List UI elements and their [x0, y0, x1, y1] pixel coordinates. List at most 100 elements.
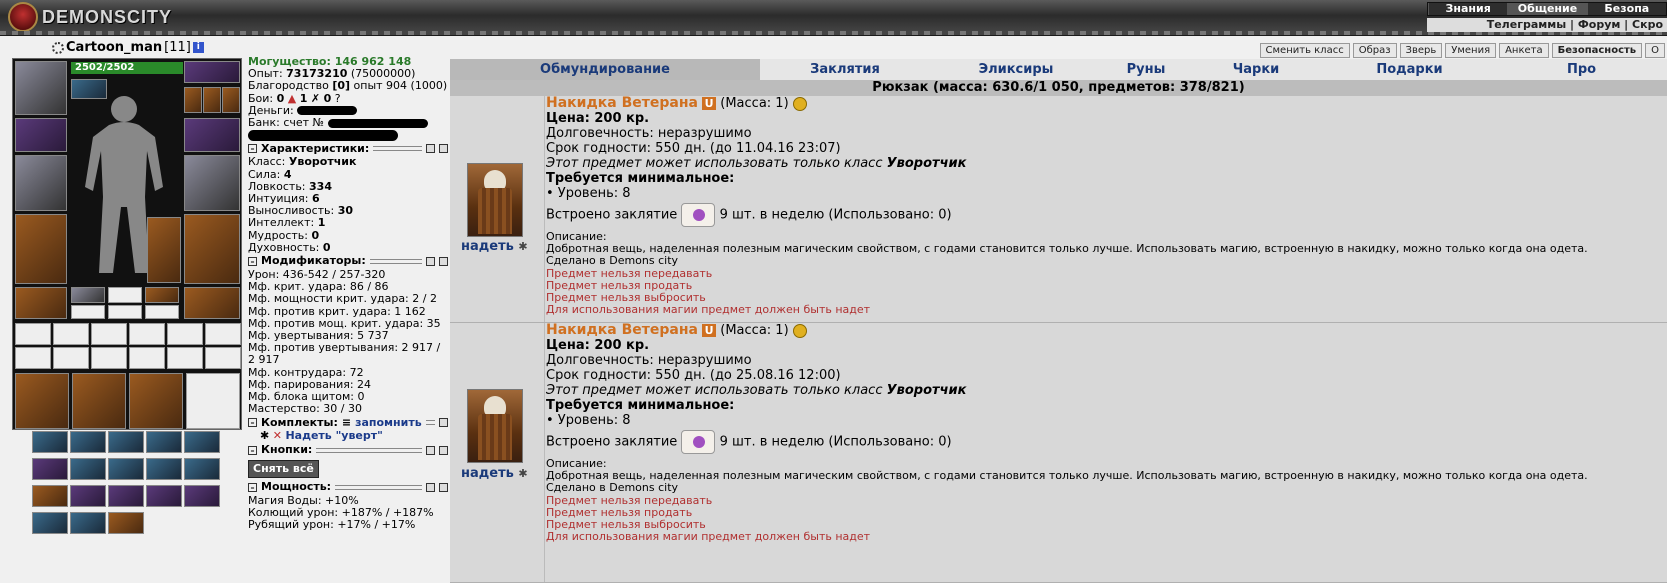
- quick-slot[interactable]: [70, 458, 106, 480]
- skills-button[interactable]: Умения: [1445, 43, 1497, 58]
- sets-header[interactable]: – Комплекты: ≡ запомнить: [248, 416, 448, 429]
- more-button[interactable]: О: [1645, 43, 1665, 58]
- quick-slot[interactable]: [108, 485, 144, 507]
- ring-3-slot[interactable]: [222, 87, 240, 113]
- scroll-slot-7[interactable]: [15, 347, 51, 369]
- tab-elixirs[interactable]: Эликсиры: [930, 59, 1102, 80]
- nav-sublinks[interactable]: Телеграммы | Форум | Скро: [1427, 18, 1667, 32]
- modifiers-header[interactable]: – Модификаторы:: [248, 255, 448, 268]
- remember-set-link[interactable]: запомнить: [355, 416, 422, 429]
- rune-slot-5[interactable]: [108, 305, 142, 319]
- collapse-icon[interactable]: –: [248, 144, 257, 154]
- wear-label[interactable]: надеть: [461, 466, 514, 481]
- move-up-icon[interactable]: [426, 445, 435, 455]
- collapse-icon[interactable]: –: [248, 445, 257, 455]
- tab-gifts[interactable]: Подарки: [1322, 59, 1497, 80]
- move-up-icon[interactable]: [426, 144, 435, 154]
- scroll-icon[interactable]: [681, 203, 716, 227]
- scroll-slot-10[interactable]: [129, 347, 165, 369]
- rune-slot-4[interactable]: [71, 305, 105, 319]
- wear-label[interactable]: надеть: [461, 239, 514, 254]
- earring-slot[interactable]: [184, 61, 240, 83]
- tab-spells[interactable]: Заклятия: [760, 59, 930, 80]
- pet-button[interactable]: Зверь: [1399, 43, 1443, 58]
- scroll-slot-3[interactable]: [91, 323, 127, 345]
- scroll-slot-11[interactable]: [167, 347, 203, 369]
- bag-slot-2[interactable]: [72, 373, 126, 429]
- rune-slot-3[interactable]: [145, 287, 179, 303]
- move-down-icon[interactable]: [439, 418, 448, 428]
- quick-slot[interactable]: [32, 485, 68, 507]
- item-name[interactable]: Накидка Ветерана: [546, 95, 698, 111]
- wear-set-link[interactable]: Надеть "уверт": [285, 429, 382, 442]
- scroll-slot-1[interactable]: [15, 323, 51, 345]
- buttons-header[interactable]: – Кнопки:: [248, 443, 448, 457]
- info-icon[interactable]: i: [192, 42, 204, 53]
- scroll-slot-4[interactable]: [129, 323, 165, 345]
- site-logo[interactable]: DEMONSCITY: [8, 2, 172, 32]
- move-down-icon[interactable]: [439, 482, 448, 492]
- nav-communication[interactable]: Общение: [1507, 3, 1587, 15]
- power-section-header[interactable]: – Мощность:: [248, 481, 448, 494]
- ring-2-slot[interactable]: [203, 87, 221, 113]
- rune-slot-1[interactable]: [71, 287, 105, 303]
- move-down-icon[interactable]: [439, 257, 448, 267]
- profile-button[interactable]: Анкета: [1499, 43, 1549, 58]
- legs-slot[interactable]: [184, 214, 240, 284]
- quick-slot[interactable]: [70, 485, 106, 507]
- scroll-slot-9[interactable]: [91, 347, 127, 369]
- quick-slot[interactable]: [184, 458, 220, 480]
- cloak-item[interactable]: [147, 217, 181, 283]
- quick-slot[interactable]: [108, 431, 144, 453]
- move-up-icon[interactable]: [426, 257, 435, 267]
- scroll-slot-12[interactable]: [205, 347, 241, 369]
- scroll-slot-2[interactable]: [53, 323, 89, 345]
- tab-other[interactable]: Про: [1497, 59, 1667, 80]
- quick-slot[interactable]: [108, 512, 144, 534]
- quick-slot[interactable]: [146, 458, 182, 480]
- bag-slot-3[interactable]: [129, 373, 183, 429]
- ring-1-slot[interactable]: [184, 87, 202, 113]
- gear-icon[interactable]: [52, 41, 64, 54]
- collapse-icon[interactable]: –: [248, 482, 257, 492]
- rune-slot-2[interactable]: [108, 287, 142, 303]
- bag-slot-1[interactable]: [15, 373, 69, 429]
- quick-slot[interactable]: [32, 512, 68, 534]
- quick-slot[interactable]: [146, 431, 182, 453]
- helmet-slot[interactable]: [15, 61, 67, 115]
- tab-equipment[interactable]: Обмундирование: [450, 59, 760, 80]
- belt-slot[interactable]: [15, 287, 67, 319]
- quick-slot[interactable]: [184, 431, 220, 453]
- boots-slot[interactable]: [184, 287, 240, 319]
- gloves-slot[interactable]: [184, 118, 240, 152]
- bag-slot-4[interactable]: [186, 373, 240, 429]
- move-up-icon[interactable]: [426, 482, 435, 492]
- change-class-button[interactable]: Сменить класс: [1259, 43, 1350, 58]
- wear-item-link[interactable]: надеть ✱: [461, 239, 528, 254]
- move-down-icon[interactable]: [439, 144, 448, 154]
- security-button[interactable]: Безопасность: [1551, 43, 1643, 58]
- image-button[interactable]: Образ: [1352, 43, 1397, 58]
- cloak-image[interactable]: [467, 163, 523, 237]
- delete-set-icon[interactable]: ✕: [273, 429, 282, 442]
- quick-slot[interactable]: [108, 458, 144, 480]
- cloak-image[interactable]: [467, 389, 523, 463]
- item-name[interactable]: Накидка Ветерана: [546, 322, 698, 338]
- weapon-right-slot[interactable]: [184, 155, 240, 211]
- nav-security[interactable]: Безопа: [1586, 3, 1666, 15]
- rune-slot-6[interactable]: [145, 305, 179, 319]
- characteristics-header[interactable]: – Характеристики:: [248, 142, 448, 155]
- weapon-left-slot[interactable]: [15, 155, 67, 211]
- scroll-slot-5[interactable]: [167, 323, 203, 345]
- scroll-icon[interactable]: [681, 430, 716, 454]
- bracer-slot[interactable]: [15, 118, 67, 152]
- take-off-all-button[interactable]: Снять всё: [248, 459, 319, 478]
- scroll-slot-8[interactable]: [53, 347, 89, 369]
- character-name[interactable]: Cartoon_man: [66, 40, 162, 55]
- tab-charms[interactable]: Чарки: [1190, 59, 1322, 80]
- move-down-icon[interactable]: [439, 445, 448, 455]
- collapse-icon[interactable]: –: [248, 257, 257, 267]
- quick-slot[interactable]: [32, 431, 68, 453]
- tab-runes[interactable]: Руны: [1102, 59, 1190, 80]
- nav-knowledge[interactable]: Знания: [1428, 3, 1507, 15]
